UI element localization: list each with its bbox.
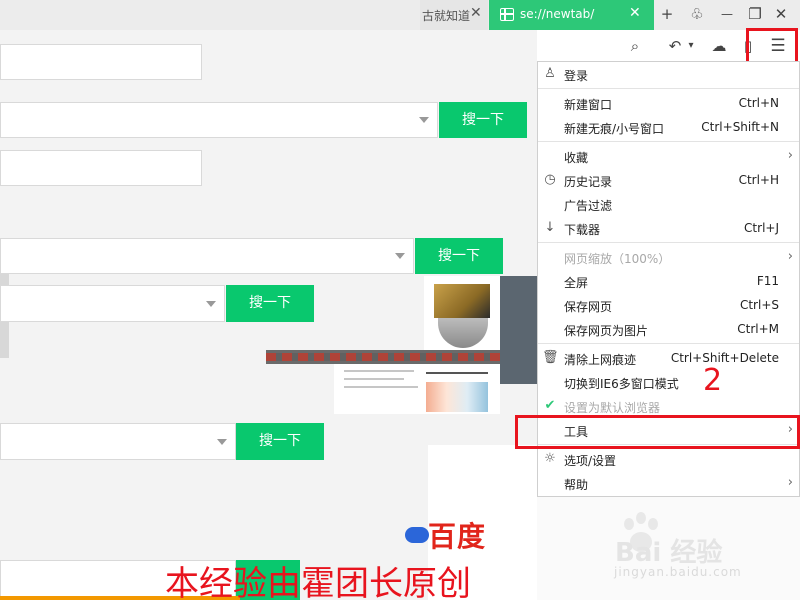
dropdown-caret-icon (206, 300, 216, 307)
bg-search-button-2[interactable]: 搜一下 (415, 238, 503, 274)
checkmark-icon: ✔ (544, 398, 556, 413)
bg-search-input-4[interactable] (0, 238, 414, 274)
menu-item-6[interactable]: ↓ 下载器 Ctrl+J (538, 217, 799, 241)
menu-item-label: 切换到IE6多窗口模式 (564, 377, 679, 391)
submenu-chevron-icon: › (787, 148, 793, 163)
menu-item-label: 登录 (564, 69, 589, 83)
menu-item-label: 广告过滤 (564, 199, 613, 213)
menu-item-4[interactable]: ◷ 历史记录 Ctrl+H (538, 169, 799, 193)
menu-item-label: 清除上网痕迹 (564, 353, 637, 367)
dropdown-caret-icon (419, 117, 429, 123)
download-arrow-icon: ↓ (544, 220, 556, 235)
tab-bar: 古就知道 ✕ se://newtab/ ✕ + ♧ — ❐ ✕ (0, 0, 800, 30)
minimize-button[interactable]: — (716, 3, 738, 25)
baidu-paw-logo-icon (405, 527, 429, 543)
menu-item-label: 新建窗口 (564, 98, 613, 112)
search-icon[interactable]: ⌕ (625, 36, 645, 56)
person-icon: ♙ (544, 66, 556, 81)
bg-search-button-3[interactable]: 搜一下 (226, 285, 314, 322)
menu-item-5[interactable]: 广告过滤 (538, 193, 799, 217)
new-tab-button[interactable]: + (656, 3, 678, 25)
undo-dropdown-icon[interactable]: ▾ (685, 36, 697, 56)
menu-item-shortcut: Ctrl+J (744, 221, 779, 235)
menu-item-label: 全屏 (564, 276, 589, 290)
gear-icon: ☼ (544, 451, 556, 466)
tab-active-title: se://newtab/ (520, 7, 595, 21)
menu-separator (538, 88, 799, 89)
menu-item-label: 保存网页为图片 (564, 324, 649, 338)
submenu-chevron-icon: › (787, 475, 793, 490)
author-credit: 本经验由霍团长原创 (165, 564, 471, 600)
menu-item-0[interactable]: ♙ 登录 (538, 63, 799, 87)
menu-separator (538, 242, 799, 243)
baidu-logo: 百度 (428, 520, 487, 553)
tab-previous-title: 古就知道 (422, 9, 471, 23)
menu-item-10[interactable]: 保存网页为图片 Ctrl+M (538, 318, 799, 342)
menu-separator (538, 343, 799, 344)
menu-item-shortcut: Ctrl+H (738, 173, 779, 187)
menu-item-shortcut: Ctrl+N (738, 96, 779, 110)
menu-item-7: 网页缩放（100%） › (538, 246, 799, 270)
bg-search-input-5[interactable] (0, 285, 225, 322)
menu-item-label: 历史记录 (564, 175, 613, 189)
menu-item-15[interactable]: ☼ 选项/设置 (538, 448, 799, 472)
trash-icon: 🗑 (542, 350, 559, 365)
menu-item-label: 网页缩放（100%） (564, 252, 671, 266)
dropdown-caret-icon (217, 438, 227, 445)
watermark-url: jingyan.baidu.com (614, 565, 742, 579)
bg-doc-toolbar-strip (266, 350, 500, 364)
menu-item-12[interactable]: 切换到IE6多窗口模式 (538, 371, 799, 395)
bg-search-input-6[interactable] (0, 423, 236, 460)
submenu-chevron-icon: › (787, 249, 793, 264)
menu-item-shortcut: Ctrl+S (739, 298, 779, 312)
tab-previous-close-icon[interactable]: ✕ (470, 5, 482, 21)
bg-search-input-3[interactable] (0, 150, 202, 186)
menu-item-label: 收藏 (564, 151, 589, 165)
watermark-brand: Bai 经验 (615, 538, 723, 568)
annotation-step-2: 2 (703, 363, 723, 398)
restore-button[interactable]: ❐ (744, 3, 766, 25)
menu-item-11[interactable]: 🗑 清除上网痕迹 Ctrl+Shift+Delete (538, 347, 799, 371)
menu-item-8[interactable]: 全屏 F11 (538, 270, 799, 294)
menu-item-label: 选项/设置 (564, 454, 617, 468)
tab-active-close-icon[interactable]: ✕ (629, 5, 641, 21)
menu-item-label: 新建无痕/小号窗口 (564, 122, 665, 136)
close-window-button[interactable]: ✕ (770, 3, 792, 25)
menu-item-shortcut: Ctrl+Shift+N (701, 120, 779, 134)
menu-item-label: 设置为默认浏览器 (564, 401, 661, 415)
cloud-icon[interactable]: ☁ (707, 36, 731, 56)
bg-material-thumbnail (424, 276, 500, 356)
bg-dark-block (500, 276, 540, 384)
menu-item-shortcut: F11 (756, 274, 779, 288)
bg-search-button-4[interactable]: 搜一下 (236, 423, 324, 460)
menu-item-label: 保存网页 (564, 300, 613, 314)
bg-search-input-1[interactable] (0, 44, 202, 80)
menu-item-1[interactable]: 新建窗口 Ctrl+N (538, 92, 799, 116)
tab-newtab[interactable]: se://newtab/ ✕ (489, 0, 654, 30)
clock-icon: ◷ (544, 172, 556, 187)
menu-separator (538, 141, 799, 142)
tools-item-highlight (515, 415, 800, 449)
menu-item-9[interactable]: 保存网页 Ctrl+S (538, 294, 799, 318)
menu-item-shortcut: Ctrl+M (737, 322, 779, 336)
menu-item-16[interactable]: 帮助 › (538, 472, 799, 496)
menu-item-3[interactable]: 收藏 › (538, 145, 799, 169)
skin-icon[interactable]: ♧ (686, 3, 708, 25)
menu-item-label: 帮助 (564, 478, 589, 492)
dropdown-caret-icon (395, 253, 405, 259)
menu-item-label: 下载器 (564, 223, 601, 237)
newtab-grid-icon (500, 8, 514, 21)
bg-search-button-1[interactable]: 搜一下 (439, 102, 527, 138)
menu-item-2[interactable]: 新建无痕/小号窗口 Ctrl+Shift+N (538, 116, 799, 140)
bg-document-preview (334, 364, 500, 414)
bg-search-input-2[interactable] (0, 102, 438, 138)
undo-icon[interactable]: ↶ (665, 36, 685, 56)
menu-item-shortcut: Ctrl+Shift+Delete (670, 351, 779, 365)
tab-previous[interactable]: 古就知道 ✕ (420, 0, 488, 30)
